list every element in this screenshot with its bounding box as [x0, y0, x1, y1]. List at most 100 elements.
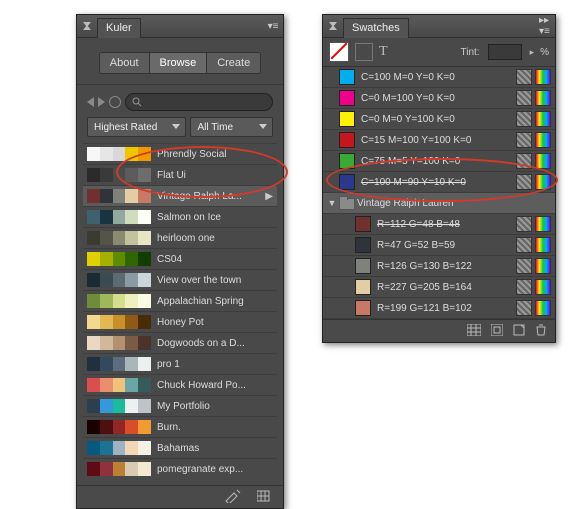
swatch-row[interactable]: C=15 M=100 Y=100 K=0 [323, 130, 555, 151]
disclosure-icon[interactable]: ▼ [327, 198, 337, 208]
color-mode-icon [535, 279, 551, 295]
kuler-header[interactable]: Kuler ▾≡ [77, 15, 283, 38]
edit-theme-icon[interactable] [225, 489, 243, 506]
swatch-name: C=15 M=100 Y=100 K=0 [361, 135, 516, 146]
theme-row[interactable]: My Portfolio [83, 395, 277, 416]
swatch-chip [355, 237, 371, 253]
theme-row[interactable]: View over the town [83, 269, 277, 290]
swatch-chip [339, 174, 355, 190]
none-swatch-icon[interactable] [329, 42, 349, 62]
theme-row[interactable]: Honey Pot [83, 311, 277, 332]
swatch-row[interactable]: C=100 M=90 Y=10 K=0 [323, 172, 555, 193]
swatch-row[interactable]: C=0 M=0 Y=100 K=0 [323, 109, 555, 130]
theme-swatches [87, 252, 151, 266]
theme-row[interactable]: Flat Ui [83, 164, 277, 185]
swatch-row[interactable]: R=199 G=121 B=102 [323, 298, 555, 319]
theme-row[interactable]: pomegranate exp... [83, 458, 277, 479]
theme-row[interactable]: pro 1 [83, 353, 277, 374]
theme-name: Salmon on Ice [157, 212, 273, 223]
swatch-row[interactable]: R=47 G=52 B=59 [323, 235, 555, 256]
theme-row[interactable]: Appalachian Spring [83, 290, 277, 311]
collapse-icon[interactable] [327, 20, 339, 32]
tab-browse[interactable]: Browse [150, 52, 208, 74]
swatch-chip [339, 111, 355, 127]
type-proxy-icon[interactable]: T [379, 44, 388, 60]
theme-row[interactable]: Phrendly Social [83, 143, 277, 164]
process-icon [516, 90, 532, 106]
swatch-chip [339, 153, 355, 169]
process-icon [516, 237, 532, 253]
swatch-chip [355, 258, 371, 274]
swatch-name: C=0 M=100 Y=0 K=0 [361, 93, 516, 104]
theme-name: Phrendly Social [157, 149, 273, 160]
swatch-name: R=112 G=48 B=48 [377, 219, 516, 230]
theme-list: Phrendly SocialFlat UiVintage Ralph La..… [83, 143, 277, 479]
theme-row[interactable]: CS04 [83, 248, 277, 269]
tab-about[interactable]: About [99, 52, 150, 74]
theme-row[interactable]: Salmon on Ice [83, 206, 277, 227]
search-input[interactable] [125, 93, 273, 111]
theme-row[interactable]: Chuck Howard Po... [83, 374, 277, 395]
theme-row[interactable]: heirloom one [83, 227, 277, 248]
nav-refresh-icon[interactable] [109, 96, 121, 108]
swatch-name: R=126 G=130 B=122 [377, 261, 516, 272]
color-mode-icon [535, 153, 551, 169]
swatch-name: C=75 M=5 Y=100 K=0 [361, 156, 516, 167]
kuler-tab[interactable]: Kuler [97, 18, 141, 38]
tint-input[interactable] [488, 44, 522, 60]
swatches-tab[interactable]: Swatches [343, 18, 409, 38]
color-mode-icon [535, 237, 551, 253]
new-swatch-icon[interactable] [513, 324, 525, 339]
theme-swatches [87, 462, 151, 476]
swatch-row[interactable]: C=0 M=100 Y=0 K=0 [323, 88, 555, 109]
delete-swatch-icon[interactable] [535, 324, 547, 339]
tab-create[interactable]: Create [207, 52, 261, 74]
theme-name: Burn. [157, 422, 273, 433]
swatch-type-icons [516, 300, 551, 316]
process-icon [516, 111, 532, 127]
show-options-icon[interactable] [491, 324, 503, 339]
theme-swatches [87, 399, 151, 413]
theme-row[interactable]: Bahamas [83, 437, 277, 458]
chevron-right-icon: ▶ [265, 191, 273, 202]
theme-name: Chuck Howard Po... [157, 380, 273, 391]
theme-name: My Portfolio [157, 401, 273, 412]
nav-prev-icon[interactable] [87, 97, 94, 107]
process-icon [516, 216, 532, 232]
swatch-folder-row[interactable]: ▼Vintage Ralph Lauren [323, 193, 555, 214]
theme-swatches [87, 147, 151, 161]
swatches-header[interactable]: Swatches ▸▸ ▾≡ [323, 15, 555, 38]
theme-swatches [87, 420, 151, 434]
view-grid-icon[interactable] [467, 324, 481, 339]
swatch-row[interactable]: R=112 G=48 B=48 [323, 214, 555, 235]
theme-row[interactable]: Vintage Ralph La... ▶ [83, 185, 277, 206]
swatch-row[interactable]: R=227 G=205 B=164 [323, 277, 555, 298]
theme-name: Appalachian Spring [157, 296, 273, 307]
color-mode-icon [535, 174, 551, 190]
theme-swatches [87, 315, 151, 329]
fill-proxy-icon[interactable] [355, 43, 373, 61]
swatch-chip [355, 279, 371, 295]
time-dropdown[interactable]: All Time [190, 117, 273, 137]
theme-row[interactable]: Dogwoods on a D... [83, 332, 277, 353]
process-icon [516, 174, 532, 190]
theme-row[interactable]: Burn. [83, 416, 277, 437]
theme-swatches [87, 441, 151, 455]
theme-name: heirloom one [157, 233, 273, 244]
flyout-menu-icon[interactable]: ▾≡ [267, 20, 279, 32]
swatch-row[interactable]: R=126 G=130 B=122 [323, 256, 555, 277]
swatch-type-icons [516, 174, 551, 190]
add-to-swatches-icon[interactable] [257, 489, 273, 506]
nav-next-icon[interactable] [98, 97, 105, 107]
theme-name: pro 1 [157, 359, 273, 370]
color-mode-icon [535, 132, 551, 148]
swatch-row[interactable]: C=100 M=0 Y=0 K=0 [323, 67, 555, 88]
collapse-icon[interactable] [81, 20, 93, 32]
swatch-row[interactable]: C=75 M=5 Y=100 K=0 [323, 151, 555, 172]
theme-name: Honey Pot [157, 317, 273, 328]
flyout-menu-icon[interactable]: ▸▸ ▾≡ [539, 20, 551, 32]
swatch-name: R=227 G=205 B=164 [377, 282, 516, 293]
theme-name: pomegranate exp... [157, 464, 273, 475]
theme-name: Vintage Ralph La... [157, 191, 261, 202]
sort-dropdown[interactable]: Highest Rated [87, 117, 186, 137]
